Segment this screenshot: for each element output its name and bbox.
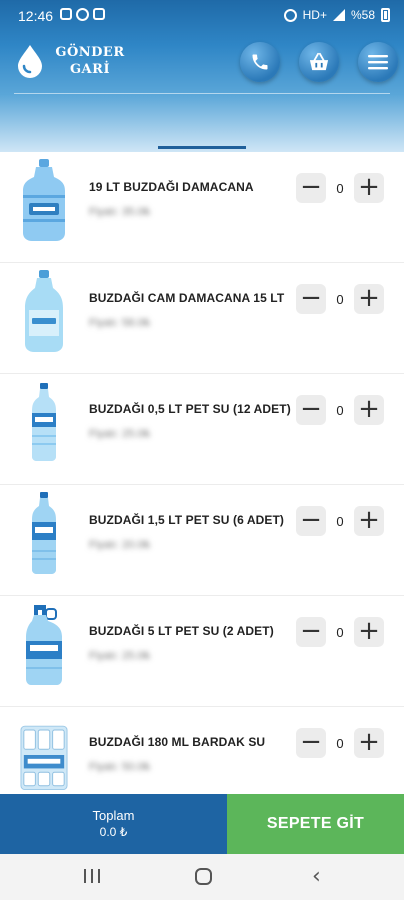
android-nav-bar: ‹	[0, 854, 404, 900]
decrease-qty-button[interactable]: −	[296, 506, 326, 536]
brand-line-1: GÖNDER	[55, 45, 125, 60]
app-screen: 12:46 HD+ %58 GÖNDER GARİ 19 LT BUZDAĞI …	[0, 0, 404, 900]
product-item: 19 LT BUZDAĞI DAMACANA Fiyatı: 35.0₺ − 0…	[0, 152, 404, 263]
increase-qty-button[interactable]: +	[354, 395, 384, 425]
product-item: BUZDAĞI 180 ML BARDAK SU Fiyatı: 50.0₺ −…	[0, 707, 404, 794]
product-price: Fiyatı: 58.0₺	[89, 317, 151, 329]
quantity-value: 0	[336, 292, 344, 307]
product-name: BUZDAĞI CAM DAMACANA 15 LT	[89, 291, 285, 305]
large-water-jug-icon	[20, 158, 68, 242]
increase-qty-button[interactable]: +	[354, 617, 384, 647]
brand-name: GÖNDER GARİ	[50, 44, 130, 78]
menu-button[interactable]	[358, 42, 398, 82]
gallery-icon	[60, 8, 72, 20]
glass-water-jug-icon	[20, 269, 68, 353]
total-label: Toplam	[92, 808, 135, 823]
app-notification-icon	[93, 8, 105, 20]
status-time: 12:46	[18, 8, 54, 24]
call-button[interactable]	[240, 42, 280, 82]
recent-apps-icon[interactable]	[84, 869, 100, 885]
quantity-value: 0	[336, 736, 344, 751]
signal-icon	[332, 9, 345, 21]
basket-button[interactable]	[299, 42, 339, 82]
total-summary: Toplam 0.0 ₺	[0, 794, 227, 854]
system-icons: HD+ %58	[283, 8, 390, 22]
basket-icon	[309, 52, 329, 71]
product-name: 19 LT BUZDAĞI DAMACANA	[89, 180, 254, 194]
product-list: 19 LT BUZDAĞI DAMACANA Fiyatı: 35.0₺ − 0…	[0, 152, 404, 794]
water-drop-logo-icon	[18, 45, 42, 78]
notification-icons	[60, 8, 105, 21]
product-name: BUZDAĞI 0,5 LT PET SU (12 ADET)	[89, 402, 291, 416]
quantity-value: 0	[336, 625, 344, 640]
increase-qty-button[interactable]: +	[354, 728, 384, 758]
status-bar: 12:46 HD+ %58	[0, 0, 404, 32]
product-item: BUZDAĞI CAM DAMACANA 15 LT Fiyatı: 58.0₺…	[0, 263, 404, 374]
product-name: BUZDAĞI 180 ML BARDAK SU	[89, 735, 266, 749]
decrease-qty-button[interactable]: −	[296, 173, 326, 203]
active-tab-indicator	[158, 146, 246, 149]
quantity-value: 0	[336, 514, 344, 529]
phone-icon	[252, 54, 268, 70]
increase-qty-button[interactable]: +	[354, 173, 384, 203]
small-water-bottle-icon	[20, 380, 68, 464]
5lt-water-bottle-icon	[20, 602, 68, 686]
increase-qty-button[interactable]: +	[354, 506, 384, 536]
total-value: 0.0 ₺	[99, 825, 128, 839]
go-to-cart-button[interactable]: SEPETE GİT	[227, 794, 404, 854]
product-price: Fiyatı: 50.0₺	[89, 761, 151, 773]
hamburger-menu-icon	[368, 55, 388, 70]
app-header: 12:46 HD+ %58 GÖNDER GARİ	[0, 0, 404, 152]
water-bottle-icon	[20, 491, 68, 575]
whatsapp-icon	[76, 8, 89, 21]
home-icon[interactable]	[195, 868, 212, 885]
decrease-qty-button[interactable]: −	[296, 395, 326, 425]
decrease-qty-button[interactable]: −	[296, 284, 326, 314]
product-item: BUZDAĞI 5 LT PET SU (2 ADET) Fiyatı: 25.…	[0, 596, 404, 707]
alarm-icon	[283, 8, 297, 22]
battery-icon	[381, 8, 390, 22]
product-name: BUZDAĞI 1,5 LT PET SU (6 ADET)	[89, 513, 285, 527]
product-price: Fiyatı: 25.0₺	[89, 428, 151, 440]
quantity-value: 0	[336, 403, 344, 418]
network-type: HD+	[302, 8, 327, 22]
header-divider	[14, 93, 390, 94]
decrease-qty-button[interactable]: −	[296, 728, 326, 758]
decrease-qty-button[interactable]: −	[296, 617, 326, 647]
product-item: BUZDAĞI 0,5 LT PET SU (12 ADET) Fiyatı: …	[0, 374, 404, 485]
product-price: Fiyatı: 25.0₺	[89, 650, 151, 662]
cart-summary-bar: Toplam 0.0 ₺ SEPETE GİT	[0, 794, 404, 854]
back-icon[interactable]: ‹	[312, 866, 321, 888]
water-cup-pack-icon	[20, 713, 68, 794]
increase-qty-button[interactable]: +	[354, 284, 384, 314]
product-price: Fiyatı: 35.0₺	[89, 206, 151, 218]
product-item: BUZDAĞI 1,5 LT PET SU (6 ADET) Fiyatı: 2…	[0, 485, 404, 596]
brand-line-2: GARİ	[69, 62, 111, 77]
quantity-value: 0	[336, 181, 344, 196]
battery-percent: %58	[350, 8, 375, 22]
product-name: BUZDAĞI 5 LT PET SU (2 ADET)	[89, 624, 274, 638]
product-price: Fiyatı: 20.0₺	[89, 539, 151, 551]
